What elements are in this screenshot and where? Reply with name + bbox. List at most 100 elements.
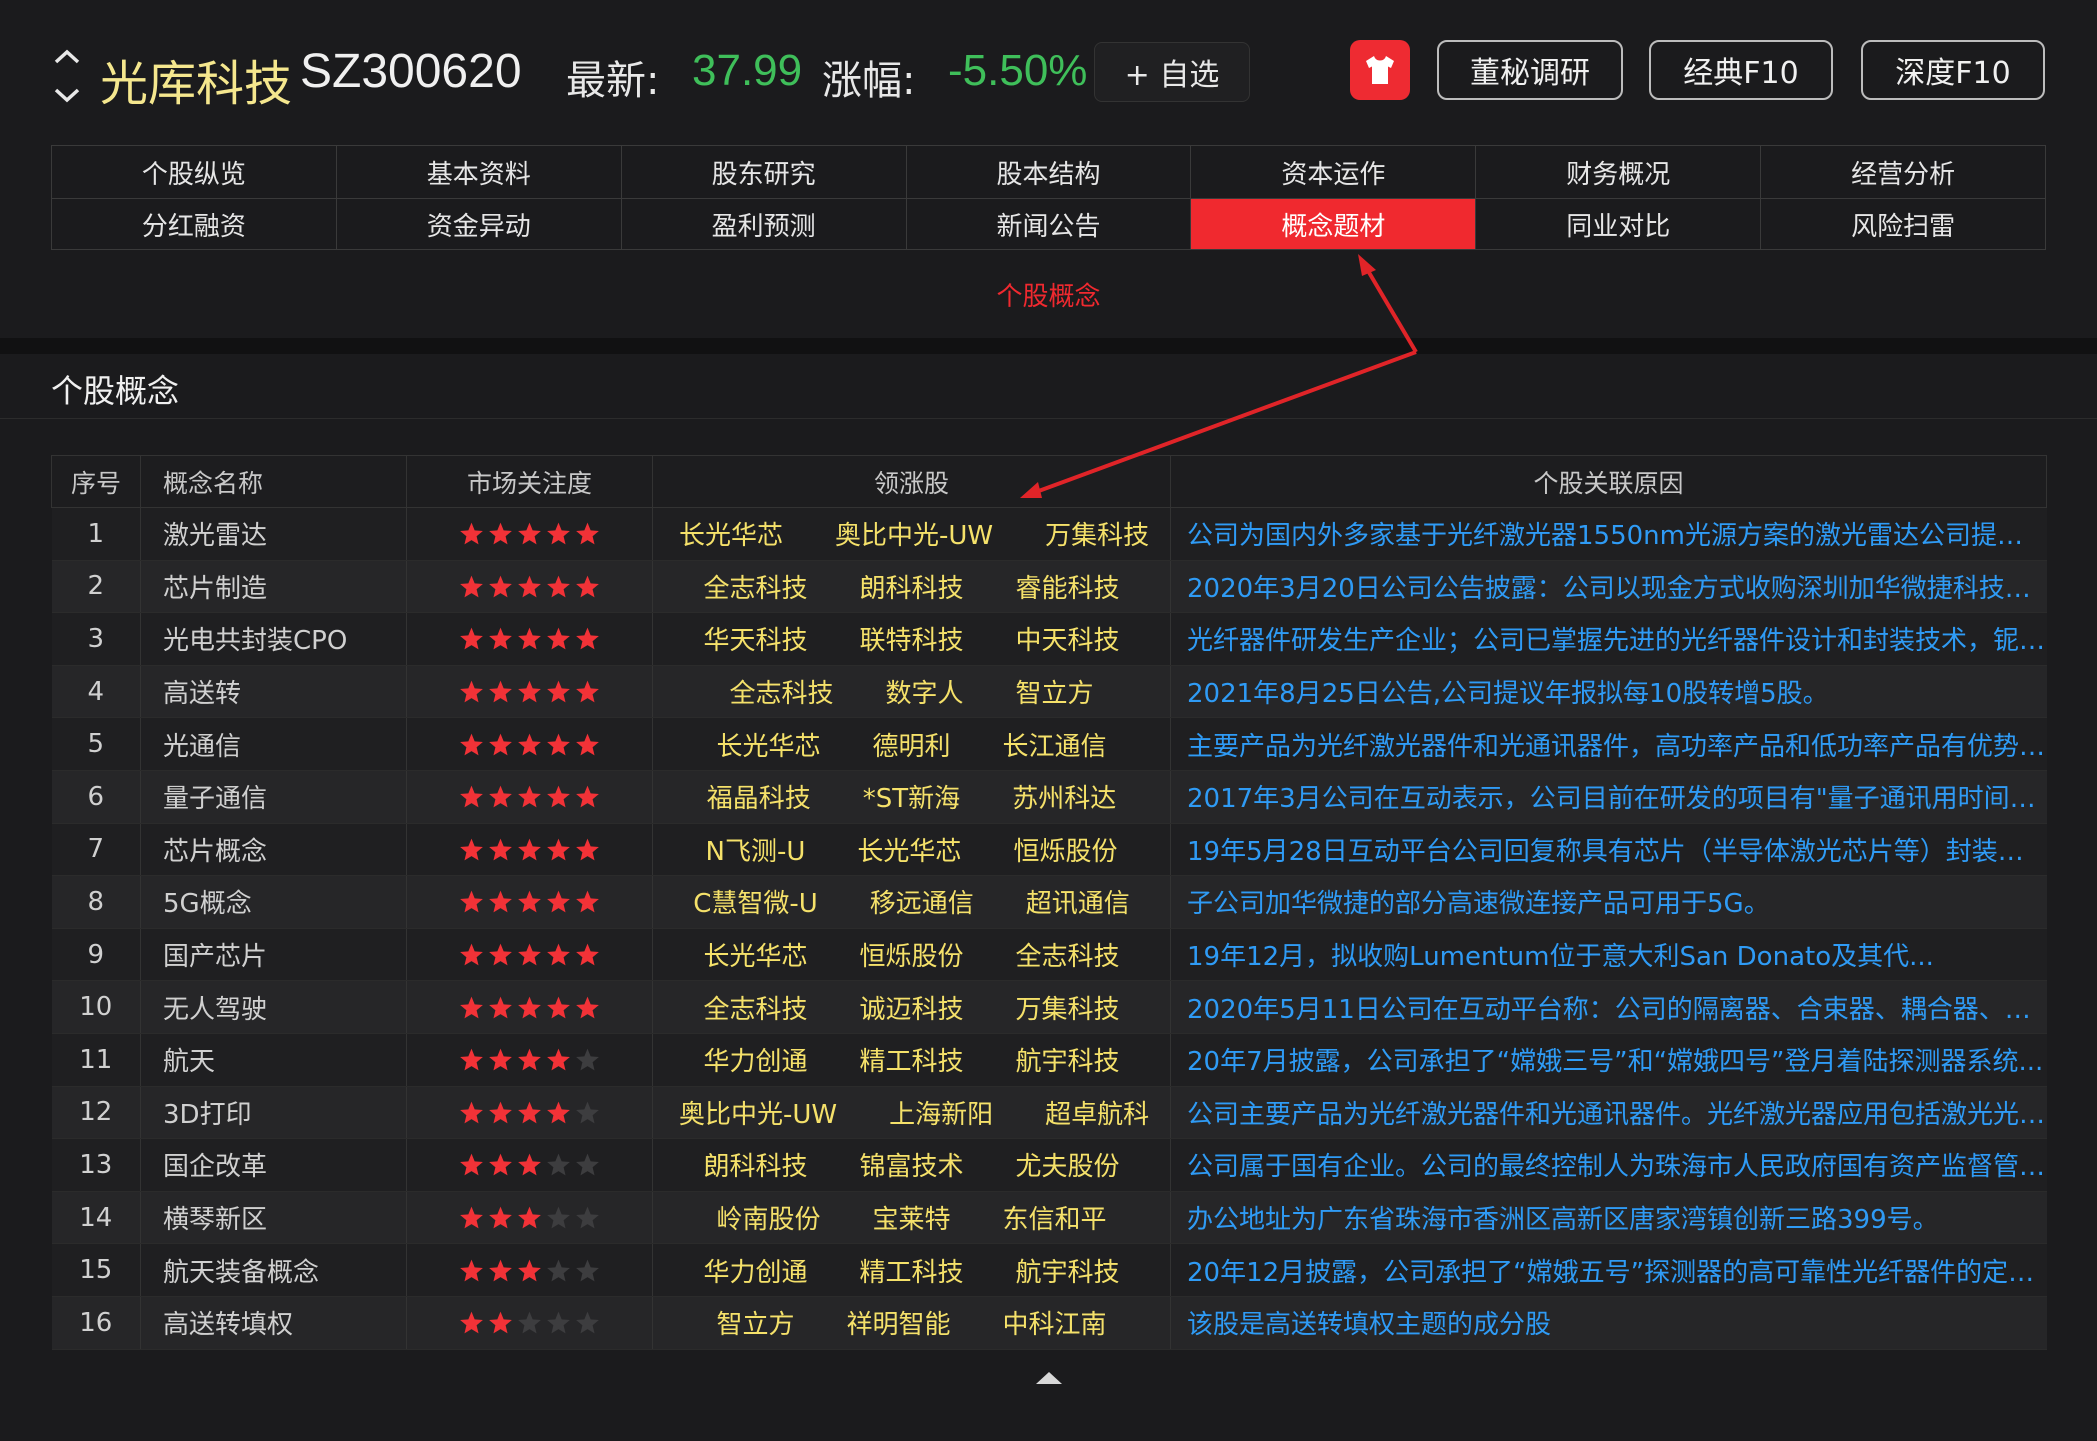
tab-capital-operations[interactable]: 资本运作	[1190, 146, 1475, 198]
table-row[interactable]: 2 芯片制造 全志科技 朗科科技 睿能科技 2020年3月20日公司公告披露：公司以现金方…	[51, 559, 2047, 614]
leader-stock-link[interactable]: 数字人	[885, 679, 963, 709]
leader-stock-link[interactable]: 奥比中光-UW	[835, 521, 993, 551]
leader-stock-link[interactable]: 智立方	[716, 1310, 794, 1340]
subnav-label[interactable]: 个股概念	[996, 282, 1100, 312]
leader-stock-link[interactable]: 华力创通	[703, 1047, 807, 1077]
relation-reason[interactable]: 公司为国内外多家基于光纤激光器1550nm光源方案的激光雷达公司提供全系...	[1170, 507, 2047, 561]
leader-stock-link[interactable]: 上海新阳	[889, 1100, 993, 1130]
concept-name[interactable]: 横琴新区	[140, 1190, 407, 1245]
concept-name[interactable]: 高送转填权	[140, 1295, 407, 1350]
table-row[interactable]: 8 5G概念 C慧智微-U 移远通信 超讯通信 子公司加华微捷的部分高速微连接产品可用于5…	[51, 875, 2047, 929]
concept-name[interactable]: 5G概念	[140, 875, 407, 929]
concept-name[interactable]: 量子通信	[140, 769, 407, 824]
deep-f10-button[interactable]: 深度F10	[1861, 40, 2045, 100]
leader-stock-link[interactable]: 恒烁股份	[859, 942, 963, 972]
tab-financial-overview[interactable]: 财务概况	[1475, 146, 1760, 198]
concept-name[interactable]: 芯片概念	[140, 822, 407, 877]
tab-dividend-financing[interactable]: 分红融资	[52, 199, 336, 249]
concept-name[interactable]: 芯片制造	[140, 559, 407, 614]
concept-name[interactable]: 3D打印	[140, 1085, 407, 1140]
tab-shareholder-research[interactable]: 股东研究	[620, 146, 906, 198]
leader-stock-link[interactable]: N飞测-U	[706, 837, 806, 867]
relation-reason[interactable]: 公司属于国有企业。公司的最终控制人为珠海市人民政府国有资产监督管理...	[1170, 1138, 2047, 1192]
tab-peer-comparison[interactable]: 同业对比	[1475, 199, 1760, 249]
leader-stock-link[interactable]: 全志科技	[703, 995, 807, 1025]
leader-stock-link[interactable]: 锦富技术	[859, 1152, 963, 1182]
table-row[interactable]: 4 高送转 全志科技 数字人 智立方 2021年8月25日公告,公司提议年报拟每10股转增…	[51, 664, 2047, 719]
relation-reason[interactable]: 19年12月，拟收购Lumentum位于意大利San Donato及其代...	[1170, 927, 2047, 982]
relation-reason[interactable]: 2021年8月25日公告,公司提议年报拟每10股转增5股。	[1170, 664, 2047, 719]
table-row[interactable]: 10 无人驾驶 全志科技 诚迈科技 万集科技 2020年5月11日公司在互动平台称：公司的…	[51, 980, 2047, 1034]
leader-stock-link[interactable]: 华力创通	[703, 1258, 807, 1288]
concept-name[interactable]: 高送转	[140, 664, 407, 719]
concept-name[interactable]: 航天	[140, 1032, 407, 1087]
leader-stock-link[interactable]: 全志科技	[1016, 942, 1120, 972]
relation-reason[interactable]: 子公司加华微捷的部分高速微连接产品可用于5G。	[1170, 875, 2047, 929]
tshirt-icon[interactable]	[1350, 40, 1410, 100]
leader-stock-link[interactable]: 万集科技	[1016, 995, 1120, 1025]
tab-basic-info[interactable]: 基本资料	[335, 146, 621, 198]
leader-stock-link[interactable]: C慧智微-U	[693, 889, 818, 919]
table-row[interactable]: 14 横琴新区 岭南股份 宝莱特 东信和平 办公地址为广东省珠海市香洲区高新区唐家湾镇创新…	[51, 1190, 2047, 1245]
collapse-up-icon[interactable]	[1034, 1370, 1064, 1386]
leader-stock-link[interactable]: 长光华芯	[703, 942, 807, 972]
table-row[interactable]: 1 激光雷达 长光华芯 奥比中光-UW 万集科技 公司为国内外多家基于光纤激光器1550n…	[51, 507, 2047, 561]
leader-stock-link[interactable]: *ST新海	[863, 784, 960, 814]
table-row[interactable]: 13 国企改革 朗科科技 锦富技术 尤夫股份 公司属于国有企业。公司的最终控制人为珠海市人…	[51, 1138, 2047, 1192]
tab-fund-movement[interactable]: 资金异动	[335, 199, 621, 249]
relation-reason[interactable]: 2020年3月20日公司公告披露：公司以现金方式收购深圳加华微捷科技有限...	[1170, 559, 2047, 614]
leader-stock-link[interactable]: 宝莱特	[872, 1205, 950, 1235]
table-row[interactable]: 12 3D打印 奥比中光-UW 上海新阳 超卓航科 公司主要产品为光纤激光器件和光通讯器件…	[51, 1085, 2047, 1140]
leader-stock-link[interactable]: 诚迈科技	[859, 995, 963, 1025]
relation-reason[interactable]: 20年7月披露，公司承担了“嫦娥三号”和“嫦娥四号”登月着陆探测器系统...	[1170, 1032, 2047, 1087]
concept-name[interactable]: 航天装备概念	[140, 1243, 407, 1297]
table-row[interactable]: 7 芯片概念 N飞测-U 长光华芯 恒烁股份 19年5月28日互动平台公司回复称具有芯片（…	[51, 822, 2047, 877]
leader-stock-link[interactable]: 移远通信	[870, 889, 974, 919]
tab-stock-overview[interactable]: 个股纵览	[52, 146, 336, 198]
leader-stock-link[interactable]: 苏州科达	[1012, 784, 1116, 814]
table-row[interactable]: 3 光电共封装CPO 华天科技 联特科技 中天科技 光纤器件研发生产企业；公司已掌握先进的…	[51, 612, 2047, 666]
leader-stock-link[interactable]: 超卓航科	[1045, 1100, 1149, 1130]
leader-stock-link[interactable]: 联特科技	[859, 626, 963, 656]
relation-reason[interactable]: 2020年5月11日公司在互动平台称：公司的隔离器、合束器、耦合器、波分...	[1170, 980, 2047, 1034]
leader-stock-link[interactable]: 祥明智能	[846, 1310, 950, 1340]
leader-stock-link[interactable]: 尤夫股份	[1016, 1152, 1120, 1182]
concept-name[interactable]: 国企改革	[140, 1138, 407, 1192]
leader-stock-link[interactable]: 福晶科技	[707, 784, 811, 814]
relation-reason[interactable]: 办公地址为广东省珠海市香洲区高新区唐家湾镇创新三路399号。	[1170, 1190, 2047, 1245]
leader-stock-link[interactable]: 中科江南	[1003, 1310, 1107, 1340]
tab-risk-scan[interactable]: 风险扫雷	[1760, 199, 2045, 249]
tab-share-structure[interactable]: 股本结构	[905, 146, 1191, 198]
leader-stock-link[interactable]: 华天科技	[703, 626, 807, 656]
leader-stock-link[interactable]: 航宇科技	[1016, 1047, 1120, 1077]
sort-updown-icon[interactable]	[52, 48, 82, 104]
table-row[interactable]: 9 国产芯片 长光华芯 恒烁股份 全志科技 19年12月，拟收购Lumentum位于意大利…	[51, 927, 2047, 982]
concept-name[interactable]: 光通信	[140, 717, 407, 771]
relation-reason[interactable]: 公司主要产品为光纤激光器件和光通讯器件。光纤激光器应用包括激光光纤...	[1170, 1085, 2047, 1140]
leader-stock-link[interactable]: 航宇科技	[1016, 1258, 1120, 1288]
classic-f10-button[interactable]: 经典F10	[1649, 40, 1833, 100]
tab-concept-themes[interactable]: 概念题材	[1190, 199, 1476, 249]
relation-reason[interactable]: 2017年3月公司在互动表示，公司目前在研发的项目有"量子通讯用时间关联...	[1170, 769, 2047, 824]
relation-reason[interactable]: 光纤器件研发生产企业；公司已掌握先进的光纤器件设计和封装技术，铌酸...	[1170, 612, 2047, 666]
table-row[interactable]: 5 光通信 长光华芯 德明利 长江通信 主要产品为光纤激光器件和光通讯器件，高功率产品和低…	[51, 717, 2047, 771]
leader-stock-link[interactable]: 长江通信	[1003, 732, 1107, 762]
leader-stock-link[interactable]: 超讯通信	[1026, 889, 1130, 919]
leader-stock-link[interactable]: 朗科科技	[703, 1152, 807, 1182]
subnav-stock-concepts[interactable]: 个股概念	[0, 276, 2097, 313]
concept-name[interactable]: 无人驾驶	[140, 980, 407, 1034]
leader-stock-link[interactable]: 精工科技	[859, 1047, 963, 1077]
leader-stock-link[interactable]: 睿能科技	[1016, 574, 1120, 604]
concept-name[interactable]: 光电共封装CPO	[140, 612, 407, 666]
table-row[interactable]: 16 高送转填权 智立方 祥明智能 中科江南 该股是高送转填权主题的成分股	[51, 1295, 2047, 1350]
relation-reason[interactable]: 该股是高送转填权主题的成分股	[1170, 1295, 2047, 1350]
leader-stock-link[interactable]: 朗科科技	[859, 574, 963, 604]
leader-stock-link[interactable]: 奥比中光-UW	[679, 1100, 837, 1130]
relation-reason[interactable]: 主要产品为光纤激光器件和光通讯器件，高功率产品和低功率产品有优势；...	[1170, 717, 2047, 771]
relation-reason[interactable]: 19年5月28日互动平台公司回复称具有芯片（半导体激光芯片等）封装、测试...	[1170, 822, 2047, 877]
secretary-research-button[interactable]: 董秘调研	[1437, 40, 1623, 100]
leader-stock-link[interactable]: 全志科技	[729, 679, 833, 709]
add-watchlist-button[interactable]: + 自选	[1094, 42, 1250, 102]
leader-stock-link[interactable]: 德明利	[872, 732, 950, 762]
tab-news-announcements[interactable]: 新闻公告	[905, 199, 1191, 249]
